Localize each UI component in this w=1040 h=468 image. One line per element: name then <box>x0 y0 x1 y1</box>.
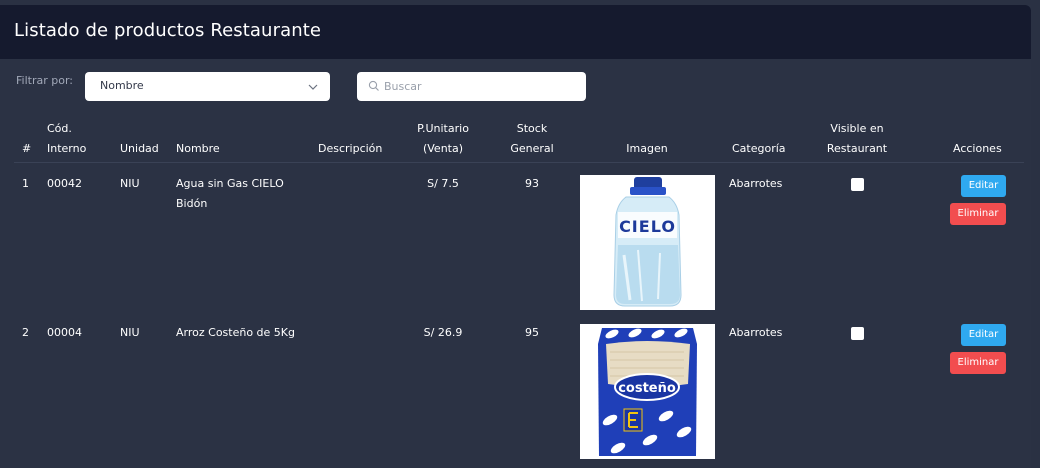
page-title: Listado de productos Restaurante <box>14 20 322 41</box>
filter-select-value: Nombre <box>100 79 144 92</box>
col-actions-header: Acciones <box>953 142 1002 155</box>
col-code-header-line1: Cód. <box>47 122 72 135</box>
search-icon <box>368 80 379 91</box>
row-code: 00004 <box>47 326 82 339</box>
bag-brand-label: costeño <box>618 381 676 396</box>
col-unit-header: Unidad <box>120 142 159 155</box>
col-description-header: Descripción <box>318 142 383 155</box>
row-name-line1: Arroz Costeño de 5Kg <box>176 326 295 339</box>
header-divider <box>14 162 1024 163</box>
row-name-line2: Bidón <box>176 197 208 210</box>
row-price: S/ 26.9 <box>423 326 463 339</box>
search-box[interactable] <box>357 72 586 101</box>
row-category: Abarrotes <box>729 177 783 190</box>
row-unit: NIU <box>120 326 140 339</box>
bottle-brand-label: CIELO <box>619 217 676 236</box>
visible-checkbox[interactable] <box>851 327 864 340</box>
col-stock-header-line2: General <box>510 142 554 155</box>
col-price-header-line1: P.Unitario <box>417 122 469 135</box>
row-stock: 93 <box>525 177 539 190</box>
product-image-water-bottle: CIELO <box>580 175 715 310</box>
row-unit: NIU <box>120 177 140 190</box>
row-price: S/ 7.5 <box>427 177 459 190</box>
row-index: 1 <box>22 177 29 190</box>
row-code: 00042 <box>47 177 82 190</box>
edit-button[interactable]: Editar <box>961 175 1006 197</box>
col-visible-header-line1: Visible en <box>830 122 884 135</box>
row-stock: 95 <box>525 326 539 339</box>
panel-header: Listado de productos Restaurante <box>0 5 1031 59</box>
chevron-down-icon <box>308 84 318 90</box>
filter-label: Filtrar por: <box>16 74 73 87</box>
col-index-header: # <box>22 142 32 155</box>
search-input[interactable] <box>384 76 579 97</box>
col-visible-header-line2: Restaurant <box>826 142 888 155</box>
col-name-header: Nombre <box>176 142 220 155</box>
col-image-header: Imagen <box>626 142 668 155</box>
filter-select[interactable]: Nombre <box>85 72 330 101</box>
col-category-header: Categoría <box>732 142 786 155</box>
row-category: Abarrotes <box>729 326 783 339</box>
col-stock-header-line1: Stock <box>516 122 548 135</box>
row-index: 2 <box>22 326 29 339</box>
delete-button[interactable]: Eliminar <box>950 352 1006 374</box>
col-code-header-line2: Interno <box>47 142 87 155</box>
col-price-header-line2: (Venta) <box>422 142 464 155</box>
visible-checkbox[interactable] <box>851 178 864 191</box>
delete-button[interactable]: Eliminar <box>950 203 1006 225</box>
product-image-rice-bag: costeño <box>580 324 715 459</box>
edit-button[interactable]: Editar <box>961 324 1006 346</box>
row-name-line1: Agua sin Gas CIELO <box>176 177 284 190</box>
